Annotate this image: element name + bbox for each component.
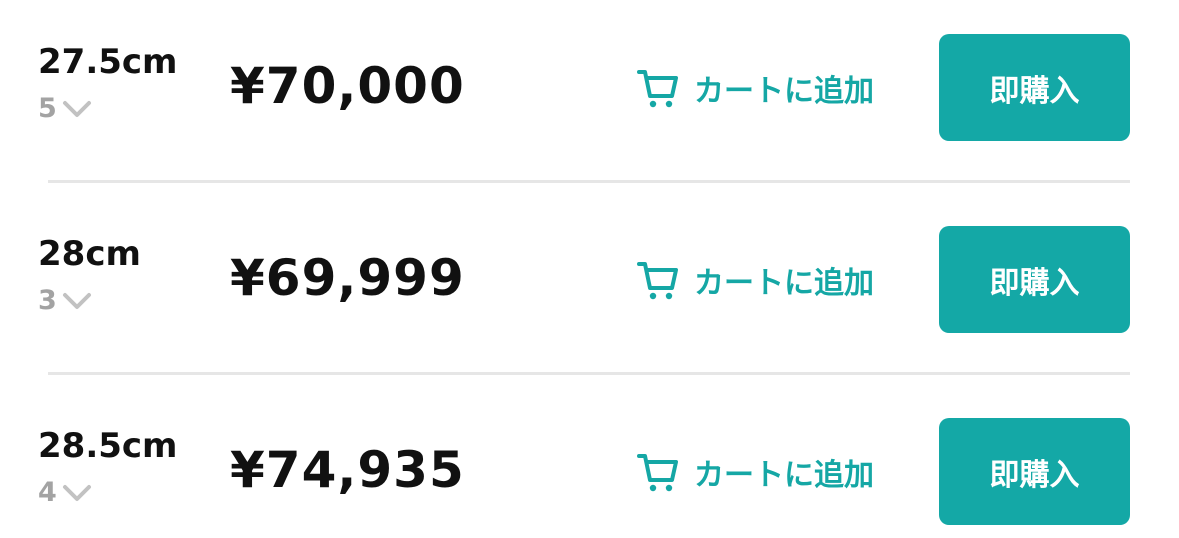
size-label: 27.5cm [38,42,178,82]
cart-icon [637,70,678,108]
chevron-down-icon [62,101,91,117]
stock-count-toggle[interactable]: 5 [38,94,93,124]
size-label: 28cm [38,234,141,274]
stock-count-toggle[interactable]: 3 [38,286,93,316]
buy-now-button[interactable]: 即購入 [939,34,1130,141]
add-to-cart-label: カートに追加 [694,458,874,493]
list-item: 27.5cm 5 ¥70,000 カートに追加 即購入 [0,34,1179,144]
price: ¥69,999 [230,249,465,307]
cart-icon [637,454,678,492]
add-to-cart-label: カートに追加 [694,74,874,109]
add-to-cart-label: カートに追加 [694,266,874,301]
stock-count: 5 [38,93,57,124]
stock-count: 3 [38,285,57,316]
list-item: 28.5cm 4 ¥74,935 カートに追加 即購入 [0,418,1179,528]
chevron-down-icon [62,485,91,501]
list-item: 28cm 3 ¥69,999 カートに追加 即購入 [0,226,1179,336]
divider [48,180,1130,183]
add-to-cart-button[interactable]: カートに追加 [636,450,874,494]
stock-count: 4 [38,477,57,508]
size-price-list: 27.5cm 5 ¥70,000 カートに追加 即購入 28cm 3 ¥69,9… [0,0,1179,538]
price: ¥74,935 [230,441,465,499]
add-to-cart-button[interactable]: カートに追加 [636,258,874,302]
cart-icon [637,262,678,300]
size-label: 28.5cm [38,426,178,466]
chevron-down-icon [62,293,91,309]
buy-now-button[interactable]: 即購入 [939,418,1130,525]
price: ¥70,000 [230,57,465,115]
divider [48,372,1130,375]
add-to-cart-button[interactable]: カートに追加 [636,66,874,110]
buy-now-button[interactable]: 即購入 [939,226,1130,333]
stock-count-toggle[interactable]: 4 [38,478,93,508]
